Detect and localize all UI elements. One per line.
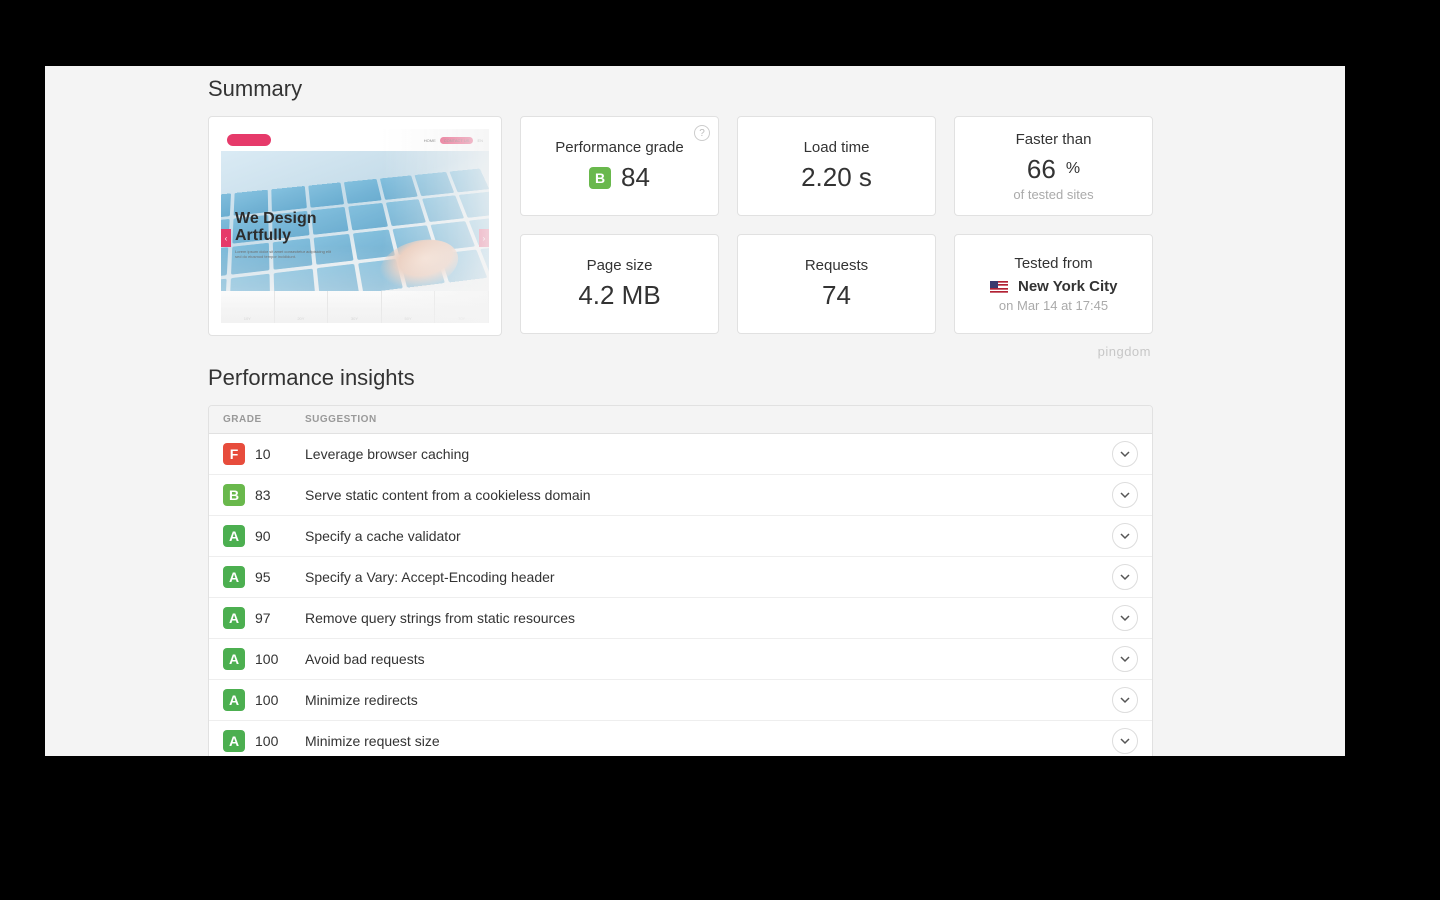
thumb-nav: HOME CONTACT US EN bbox=[424, 137, 483, 144]
insight-row[interactable]: A 100 Minimize redirects bbox=[209, 680, 1152, 721]
insight-row[interactable]: A 95 Specify a Vary: Accept-Encoding heade… bbox=[209, 557, 1152, 598]
insight-row[interactable]: F 10 Leverage browser caching bbox=[209, 434, 1152, 475]
metric-label: Performance grade bbox=[555, 139, 683, 156]
expand-button[interactable] bbox=[1112, 687, 1138, 713]
grade-cell: A 97 bbox=[223, 607, 305, 629]
grade-cell: A 90 bbox=[223, 525, 305, 547]
metric-value: 4.2 MB bbox=[578, 280, 660, 311]
metric-sub: of tested sites bbox=[1013, 187, 1093, 202]
grade-score: 97 bbox=[255, 610, 271, 626]
expand-button[interactable] bbox=[1112, 605, 1138, 631]
site-thumbnail-card[interactable]: HOME CONTACT US EN We Design Artfully Lo… bbox=[208, 116, 502, 336]
metric-label: Load time bbox=[804, 139, 870, 156]
thumb-headline: We Design Artfully Lorem ipsum dolor sit… bbox=[235, 211, 335, 259]
app-surface: Summary HOME CONTACT US bbox=[45, 66, 1345, 756]
grade-badge: A bbox=[223, 730, 245, 752]
tested-location: New York City bbox=[1018, 278, 1117, 295]
expand-button[interactable] bbox=[1112, 523, 1138, 549]
grade-badge: B bbox=[589, 167, 611, 189]
thumb-tabs: 10Y 20Y 30Y 50Y 70Y bbox=[221, 291, 489, 323]
metric-requests: Requests 74 bbox=[737, 234, 936, 334]
grade-badge: A bbox=[223, 525, 245, 547]
grade-cell: A 100 bbox=[223, 730, 305, 752]
grade-score: 100 bbox=[255, 733, 278, 749]
insight-row[interactable]: A 100 Minimize request size bbox=[209, 721, 1152, 756]
chevron-down-icon bbox=[1120, 490, 1130, 500]
grade-cell: A 100 bbox=[223, 689, 305, 711]
metric-faster-than: Faster than 66 % of tested sites bbox=[954, 116, 1153, 216]
grade-badge: A bbox=[223, 566, 245, 588]
col-header-grade: GRADE bbox=[223, 414, 305, 425]
metric-unit: % bbox=[1066, 160, 1080, 178]
grade-score: 95 bbox=[255, 569, 271, 585]
insights-heading: Performance insights bbox=[208, 365, 1153, 391]
suggestion-text: Remove query strings from static resourc… bbox=[305, 610, 1112, 626]
metric-value: 84 bbox=[621, 162, 650, 193]
summary-grid: HOME CONTACT US EN We Design Artfully Lo… bbox=[208, 116, 1153, 336]
metric-load-time: Load time 2.20 s bbox=[737, 116, 936, 216]
suggestion-text: Minimize request size bbox=[305, 733, 1112, 749]
chevron-down-icon bbox=[1120, 572, 1130, 582]
grade-score: 83 bbox=[255, 487, 271, 503]
insight-row[interactable]: A 90 Specify a cache validator bbox=[209, 516, 1152, 557]
grade-badge: A bbox=[223, 607, 245, 629]
insight-row[interactable]: A 100 Avoid bad requests bbox=[209, 639, 1152, 680]
suggestion-text: Specify a Vary: Accept-Encoding header bbox=[305, 569, 1112, 585]
flag-us-icon bbox=[990, 281, 1008, 293]
tested-timestamp: on Mar 14 at 17:45 bbox=[999, 298, 1108, 313]
grade-score: 100 bbox=[255, 692, 278, 708]
insight-row[interactable]: A 97 Remove query strings from static reso… bbox=[209, 598, 1152, 639]
metric-label: Requests bbox=[805, 257, 868, 274]
col-header-suggestion: SUGGESTION bbox=[305, 414, 1138, 425]
metric-performance-grade: ? Performance grade B 84 bbox=[520, 116, 719, 216]
chevron-down-icon bbox=[1120, 449, 1130, 459]
insights-table: GRADE SUGGESTION F 10 Leverage browser cac… bbox=[208, 405, 1153, 756]
expand-button[interactable] bbox=[1112, 728, 1138, 754]
metric-value: 66 bbox=[1027, 154, 1056, 185]
grade-badge: A bbox=[223, 648, 245, 670]
metric-page-size: Page size 4.2 MB bbox=[520, 234, 719, 334]
suggestion-text: Leverage browser caching bbox=[305, 446, 1112, 462]
brand-watermark: pingdom bbox=[208, 344, 1151, 359]
grade-badge: A bbox=[223, 689, 245, 711]
metric-label: Tested from bbox=[1014, 255, 1092, 272]
chevron-down-icon bbox=[1120, 654, 1130, 664]
thumb-next-arrow: › bbox=[479, 229, 489, 247]
site-thumbnail: HOME CONTACT US EN We Design Artfully Lo… bbox=[221, 129, 489, 323]
thumb-logo bbox=[227, 134, 271, 146]
chevron-down-icon bbox=[1120, 613, 1130, 623]
suggestion-text: Avoid bad requests bbox=[305, 651, 1112, 667]
metrics-column: ? Performance grade B 84 Load time 2.20 … bbox=[520, 116, 1153, 336]
grade-badge: F bbox=[223, 443, 245, 465]
metric-label: Faster than bbox=[1016, 131, 1092, 148]
chevron-down-icon bbox=[1120, 531, 1130, 541]
metric-value: 74 bbox=[822, 280, 851, 311]
metric-tested-from: Tested from New York City on Mar 14 at 1… bbox=[954, 234, 1153, 334]
suggestion-text: Serve static content from a cookieless d… bbox=[305, 487, 1112, 503]
grade-cell: A 100 bbox=[223, 648, 305, 670]
suggestion-text: Specify a cache validator bbox=[305, 528, 1112, 544]
grade-cell: B 83 bbox=[223, 484, 305, 506]
chevron-down-icon bbox=[1120, 695, 1130, 705]
expand-button[interactable] bbox=[1112, 482, 1138, 508]
expand-button[interactable] bbox=[1112, 564, 1138, 590]
main-content: Summary HOME CONTACT US bbox=[208, 66, 1153, 756]
grade-badge: B bbox=[223, 484, 245, 506]
metric-label: Page size bbox=[587, 257, 653, 274]
grade-cell: A 95 bbox=[223, 566, 305, 588]
insight-row[interactable]: B 83 Serve static content from a cookieles… bbox=[209, 475, 1152, 516]
expand-button[interactable] bbox=[1112, 441, 1138, 467]
grade-cell: F 10 bbox=[223, 443, 305, 465]
metric-value: 2.20 s bbox=[801, 162, 872, 193]
thumb-prev-arrow: ‹ bbox=[221, 229, 231, 247]
suggestion-text: Minimize redirects bbox=[305, 692, 1112, 708]
expand-button[interactable] bbox=[1112, 646, 1138, 672]
summary-heading: Summary bbox=[208, 76, 1153, 102]
insights-header-row: GRADE SUGGESTION bbox=[209, 406, 1152, 434]
grade-score: 90 bbox=[255, 528, 271, 544]
help-icon[interactable]: ? bbox=[694, 125, 710, 141]
grade-score: 10 bbox=[255, 446, 271, 462]
chevron-down-icon bbox=[1120, 736, 1130, 746]
grade-score: 100 bbox=[255, 651, 278, 667]
